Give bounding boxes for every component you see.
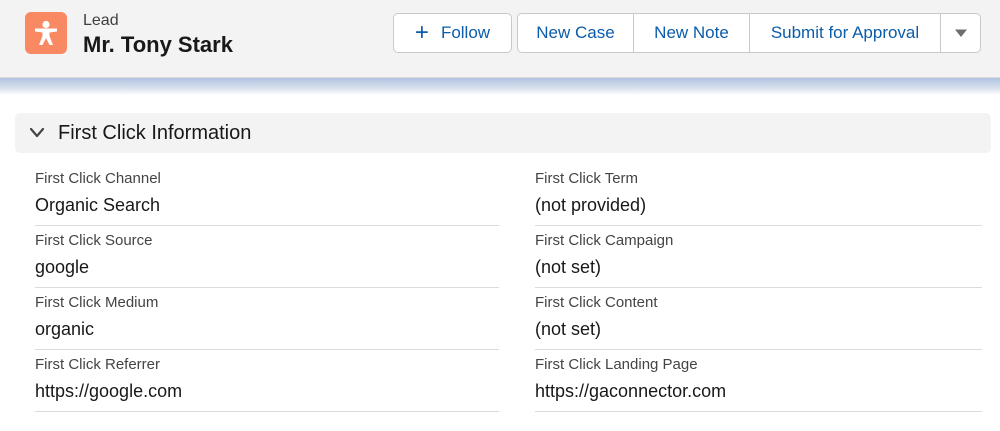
field-label: First Click Channel (35, 170, 161, 187)
record-type-label: Lead (83, 12, 119, 29)
field-value: organic (35, 319, 95, 339)
section-header-first-click[interactable]: First Click Information (15, 113, 991, 153)
field-first-click-term: First Click Term (not provided) (535, 164, 982, 226)
field-value: https://gaconnector.com (535, 381, 727, 401)
field-value: (not set) (535, 319, 602, 339)
field-value: https://google.com (35, 381, 183, 401)
submit-for-approval-button[interactable]: Submit for Approval (749, 13, 941, 53)
record-header: Lead Mr. Tony Stark + Follow New Case Ne… (0, 0, 1000, 78)
field-label: First Click Term (535, 170, 639, 187)
new-case-button[interactable]: New Case (517, 13, 634, 53)
field-label: First Click Referrer (35, 356, 161, 373)
field-label: First Click Source (35, 232, 153, 249)
field-label: First Click Medium (35, 294, 159, 311)
field-first-click-campaign: First Click Campaign (not set) (535, 226, 982, 288)
section-title: First Click Information (58, 122, 252, 144)
lead-icon (25, 12, 67, 54)
chevron-down-icon (954, 29, 967, 37)
person-icon (35, 20, 57, 45)
header-shadow (0, 78, 1000, 95)
field-value: (not set) (535, 257, 602, 277)
field-first-click-referrer: First Click Referrer https://google.com (35, 350, 499, 412)
field-first-click-source: First Click Source google (35, 226, 499, 288)
field-value: (not provided) (535, 195, 647, 215)
field-value: google (35, 257, 90, 277)
field-first-click-channel: First Click Channel Organic Search (35, 164, 499, 226)
field-first-click-medium: First Click Medium organic (35, 288, 499, 350)
field-first-click-landing-page: First Click Landing Page https://gaconne… (535, 350, 982, 412)
follow-button-label: Follow (440, 23, 491, 42)
field-first-click-content: First Click Content (not set) (535, 288, 982, 350)
record-title: Mr. Tony Stark (83, 32, 233, 57)
plus-icon: + (414, 19, 429, 46)
field-label: First Click Landing Page (535, 356, 698, 373)
field-value: Organic Search (35, 195, 161, 215)
follow-button[interactable]: + Follow (393, 13, 512, 53)
new-note-button[interactable]: New Note (633, 13, 750, 53)
field-label: First Click Campaign (535, 232, 674, 249)
chevron-down-icon (29, 127, 45, 138)
more-actions-button[interactable] (940, 13, 981, 53)
field-label: First Click Content (535, 294, 658, 311)
